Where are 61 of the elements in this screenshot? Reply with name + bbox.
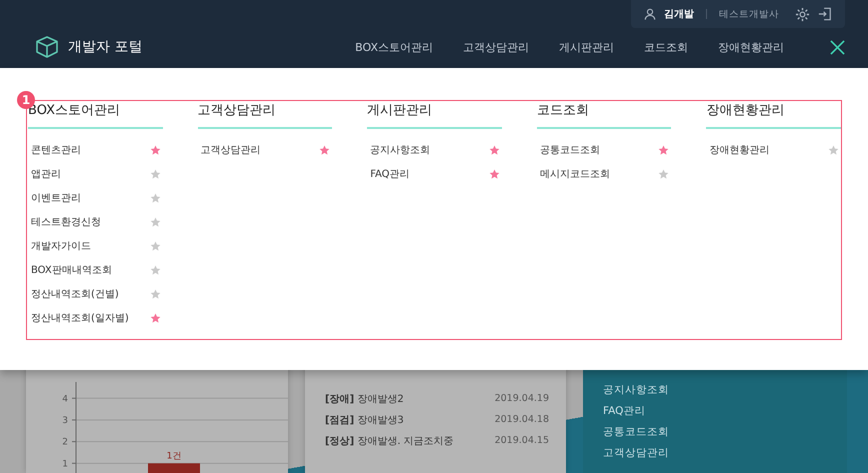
- menu-item[interactable]: 메시지코드조회: [540, 167, 610, 181]
- nav-link[interactable]: 장애현황관리: [718, 40, 784, 54]
- portal-title[interactable]: 개발자 포털: [68, 38, 142, 56]
- star-icon[interactable]: [150, 240, 161, 252]
- axis-tick-label: 1: [62, 459, 68, 470]
- user-name: 김개발: [664, 8, 694, 21]
- notice-date: 2019.04.18: [494, 414, 549, 425]
- menu-section-title: 게시판관리: [367, 101, 502, 129]
- star-icon[interactable]: [488, 144, 500, 156]
- star-icon[interactable]: [150, 264, 161, 276]
- nav-link[interactable]: 고객상담관리: [463, 40, 529, 54]
- axis-tick-label: 3: [62, 416, 68, 426]
- menu-section-title: 고객상담관리: [198, 101, 332, 129]
- star-icon[interactable]: [150, 168, 161, 180]
- menu-item[interactable]: 개발자가이드: [31, 239, 91, 253]
- star-icon[interactable]: [658, 168, 670, 180]
- star-icon[interactable]: [319, 144, 330, 156]
- menu-item[interactable]: 이벤트관리: [31, 191, 81, 205]
- chart-bar: [148, 463, 200, 473]
- menu-item[interactable]: 고객상담관리: [200, 143, 261, 157]
- menu-item[interactable]: FAQ관리: [370, 167, 410, 181]
- menu-item[interactable]: 정산내역조회(일자별): [31, 311, 129, 325]
- quick-link[interactable]: FAQ관리: [603, 401, 827, 422]
- settings-icon[interactable]: [795, 6, 810, 22]
- star-icon[interactable]: [150, 312, 161, 324]
- menu-item[interactable]: 앱관리: [31, 167, 61, 181]
- star-icon[interactable]: [150, 216, 161, 228]
- notice-title[interactable]: [정상] 장애발생. 지금조치중: [325, 434, 454, 448]
- axis-tick-label: 4: [62, 394, 68, 404]
- close-icon[interactable]: [830, 40, 845, 54]
- menu-item[interactable]: 테스트환경신청: [31, 215, 101, 229]
- menu-item[interactable]: 장애현황관리: [709, 143, 770, 157]
- notice-title[interactable]: [장애] 장애발생2: [325, 392, 404, 406]
- menu-item[interactable]: BOX판매내역조회: [31, 263, 112, 277]
- quick-link[interactable]: 공지사항조회: [603, 380, 827, 401]
- star-icon[interactable]: [828, 144, 839, 156]
- star-icon[interactable]: [150, 288, 161, 300]
- nav-link[interactable]: 코드조회: [644, 40, 688, 54]
- star-icon[interactable]: [658, 144, 670, 156]
- quick-link[interactable]: 고객상담관리: [603, 443, 827, 464]
- cube-logo-icon[interactable]: [35, 35, 59, 59]
- bar-value-label: 1건: [166, 451, 182, 462]
- logout-icon[interactable]: [818, 7, 832, 21]
- star-icon[interactable]: [150, 192, 161, 204]
- nav-link[interactable]: BOX스토어관리: [355, 40, 433, 54]
- quick-link[interactable]: 공통코드조회: [603, 422, 827, 443]
- company-name: 테스트개발사: [719, 8, 779, 20]
- star-icon[interactable]: [488, 168, 500, 180]
- menu-item[interactable]: 공지사항조회: [370, 143, 430, 157]
- notice-date: 2019.04.15: [494, 435, 549, 446]
- notice-date: 2019.04.19: [494, 393, 549, 404]
- axis-tick-label: 2: [62, 438, 68, 448]
- menu-item[interactable]: 콘텐츠관리: [31, 143, 81, 157]
- menu-section-title: 장애현황관리: [706, 101, 841, 129]
- menu-item[interactable]: 공통코드조회: [540, 143, 600, 157]
- notice-title[interactable]: [점검] 장애발생3: [325, 412, 404, 426]
- menu-section-title: 코드조회: [536, 101, 672, 129]
- user-icon[interactable]: [644, 8, 656, 20]
- nav-link[interactable]: 게시판관리: [559, 40, 614, 54]
- star-icon[interactable]: [150, 144, 161, 156]
- menu-item[interactable]: 정산내역조회(건별): [31, 287, 119, 301]
